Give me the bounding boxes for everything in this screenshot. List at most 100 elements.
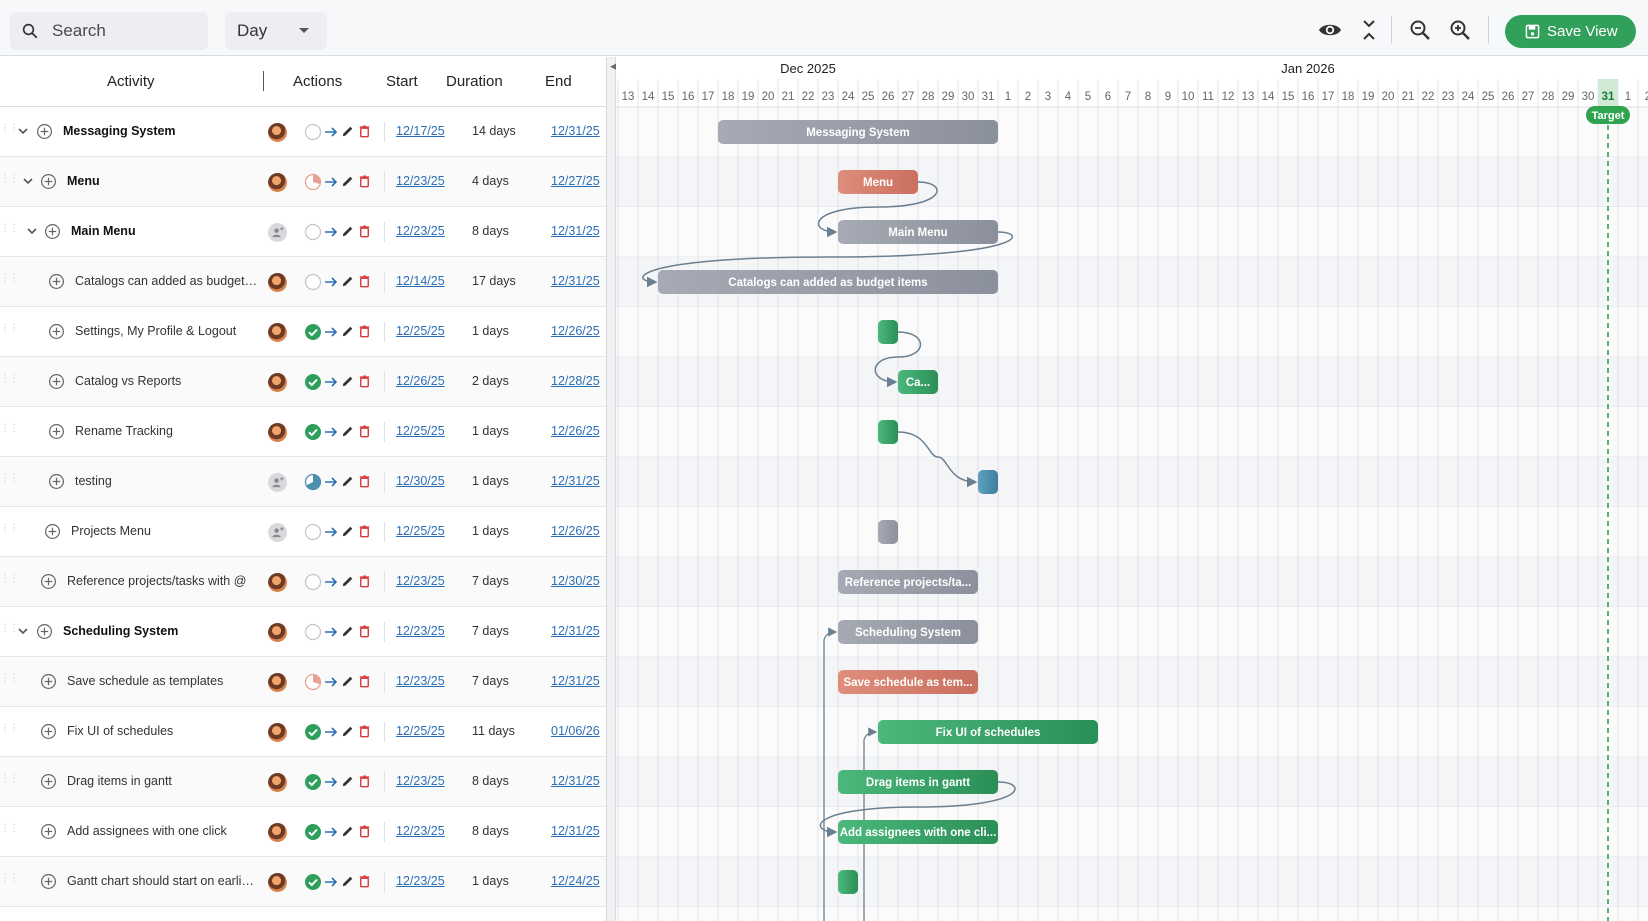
start-date-link[interactable]: 12/23/25 — [396, 674, 445, 688]
start-date-link[interactable]: 12/23/25 — [396, 774, 445, 788]
task-name[interactable]: Main Menu — [71, 224, 258, 238]
chevron-down-icon[interactable] — [25, 224, 39, 238]
drag-handle-icon[interactable]: ⋮⋮ — [0, 174, 19, 189]
column-header-start[interactable]: Start — [386, 73, 418, 90]
add-subtask-icon[interactable] — [44, 523, 61, 540]
open-arrow-icon[interactable] — [323, 174, 339, 190]
add-assignee-icon[interactable] — [268, 523, 287, 542]
end-date-link[interactable]: 12/26/25 — [551, 524, 600, 538]
table-row[interactable]: ⋮⋮ Reference projects/tasks with @ 12/23/2… — [0, 557, 606, 607]
column-header-activity[interactable]: Activity — [107, 73, 155, 90]
task-name[interactable]: Menu — [67, 174, 258, 188]
add-subtask-icon[interactable] — [48, 373, 65, 390]
column-header-duration[interactable]: Duration — [446, 73, 503, 90]
open-arrow-icon[interactable] — [323, 824, 339, 840]
task-name[interactable]: Drag items in gantt — [67, 774, 258, 788]
drag-handle-icon[interactable]: ⋮⋮ — [0, 424, 19, 439]
end-date-link[interactable]: 12/28/25 — [551, 374, 600, 388]
table-row[interactable]: ⋮⋮ Catalog vs Reports 12/26/25 2 days 12/28/… — [0, 357, 606, 407]
status-empty-icon[interactable] — [304, 623, 322, 641]
open-arrow-icon[interactable] — [323, 224, 339, 240]
status-empty-icon[interactable] — [304, 273, 322, 291]
add-subtask-icon[interactable] — [48, 473, 65, 490]
task-name[interactable]: Projects Menu — [71, 524, 258, 538]
add-subtask-icon[interactable] — [36, 623, 53, 640]
status-partial-red-icon[interactable] — [304, 173, 322, 191]
add-subtask-icon[interactable] — [44, 223, 61, 240]
edit-pencil-icon[interactable] — [340, 174, 355, 189]
add-subtask-icon[interactable] — [40, 823, 57, 840]
open-arrow-icon[interactable] — [323, 474, 339, 490]
table-row[interactable]: ⋮⋮ Menu 12/23/25 4 days 12/27/25 — [0, 157, 606, 207]
view-mode-select[interactable]: Day — [225, 12, 327, 50]
edit-pencil-icon[interactable] — [340, 374, 355, 389]
start-date-link[interactable]: 12/26/25 — [396, 374, 445, 388]
end-date-link[interactable]: 12/31/25 — [551, 274, 600, 288]
end-date-link[interactable]: 12/24/25 — [551, 874, 600, 888]
status-empty-icon[interactable] — [304, 123, 322, 141]
open-arrow-icon[interactable] — [323, 774, 339, 790]
edit-pencil-icon[interactable] — [340, 124, 355, 139]
delete-trash-icon[interactable] — [357, 124, 372, 139]
open-arrow-icon[interactable] — [323, 124, 339, 140]
start-date-link[interactable]: 12/23/25 — [396, 824, 445, 838]
gantt-bar[interactable] — [878, 520, 898, 544]
delete-trash-icon[interactable] — [357, 174, 372, 189]
task-name[interactable]: Fix UI of schedules — [67, 724, 258, 738]
delete-trash-icon[interactable] — [357, 774, 372, 789]
table-row[interactable]: ⋮⋮ testing 12/30/25 1 days 12/31/25 — [0, 457, 606, 507]
open-arrow-icon[interactable] — [323, 574, 339, 590]
task-name[interactable]: Catalogs can added as budget items — [75, 274, 258, 288]
delete-trash-icon[interactable] — [357, 424, 372, 439]
avatar[interactable] — [268, 323, 287, 342]
drag-handle-icon[interactable]: ⋮⋮ — [0, 874, 19, 889]
table-row[interactable]: ⋮⋮ Drag items in gantt 12/23/25 8 days 12/31… — [0, 757, 606, 807]
avatar[interactable] — [268, 873, 287, 892]
save-view-button[interactable]: Save View — [1505, 15, 1636, 48]
status-empty-icon[interactable] — [304, 523, 322, 541]
open-arrow-icon[interactable] — [323, 624, 339, 640]
edit-pencil-icon[interactable] — [340, 224, 355, 239]
edit-pencil-icon[interactable] — [340, 324, 355, 339]
drag-handle-icon[interactable]: ⋮⋮ — [0, 474, 19, 489]
avatar[interactable] — [268, 373, 287, 392]
zoom-in-icon[interactable] — [1448, 18, 1472, 42]
avatar[interactable] — [268, 623, 287, 642]
add-subtask-icon[interactable] — [36, 123, 53, 140]
table-row[interactable]: ⋮⋮ Scheduling System 12/23/25 7 days 12/31/2… — [0, 607, 606, 657]
table-row[interactable]: ⋮⋮ Messaging System 12/17/25 14 days 12/31/2… — [0, 107, 606, 157]
edit-pencil-icon[interactable] — [340, 874, 355, 889]
end-date-link[interactable]: 12/31/25 — [551, 824, 600, 838]
table-row[interactable]: ⋮⋮ Catalogs can added as budget items 12/1… — [0, 257, 606, 307]
edit-pencil-icon[interactable] — [340, 424, 355, 439]
avatar[interactable] — [268, 173, 287, 192]
open-arrow-icon[interactable] — [323, 524, 339, 540]
drag-handle-icon[interactable]: ⋮⋮ — [0, 624, 19, 639]
table-row[interactable]: ⋮⋮ Main Menu 12/23/25 8 days 12/31/25 — [0, 207, 606, 257]
task-name[interactable]: Catalog vs Reports — [75, 374, 258, 388]
start-date-link[interactable]: 12/25/25 — [396, 524, 445, 538]
edit-pencil-icon[interactable] — [340, 574, 355, 589]
end-date-link[interactable]: 12/31/25 — [551, 774, 600, 788]
table-row[interactable]: ⋮⋮ Add assignees with one click 12/23/25 8 … — [0, 807, 606, 857]
drag-handle-icon[interactable]: ⋮⋮ — [0, 574, 19, 589]
task-name[interactable]: Add assignees with one click — [67, 824, 258, 838]
column-resize-handle[interactable] — [263, 71, 264, 91]
end-date-link[interactable]: 12/27/25 — [551, 174, 600, 188]
delete-trash-icon[interactable] — [357, 574, 372, 589]
table-row[interactable]: ⋮⋮ Fix UI of schedules 12/25/25 11 days 01/0… — [0, 707, 606, 757]
add-subtask-icon[interactable] — [40, 173, 57, 190]
gantt-bar[interactable] — [878, 420, 898, 444]
open-arrow-icon[interactable] — [323, 874, 339, 890]
end-date-link[interactable]: 12/30/25 — [551, 574, 600, 588]
end-date-link[interactable]: 12/26/25 — [551, 424, 600, 438]
drag-handle-icon[interactable]: ⋮⋮ — [0, 124, 19, 139]
start-date-link[interactable]: 12/23/25 — [396, 874, 445, 888]
avatar[interactable] — [268, 573, 287, 592]
open-arrow-icon[interactable] — [323, 424, 339, 440]
gantt-bar[interactable] — [838, 870, 858, 894]
end-date-link[interactable]: 12/31/25 — [551, 224, 600, 238]
end-date-link[interactable]: 12/31/25 — [551, 474, 600, 488]
end-date-link[interactable]: 12/31/25 — [551, 674, 600, 688]
open-arrow-icon[interactable] — [323, 374, 339, 390]
